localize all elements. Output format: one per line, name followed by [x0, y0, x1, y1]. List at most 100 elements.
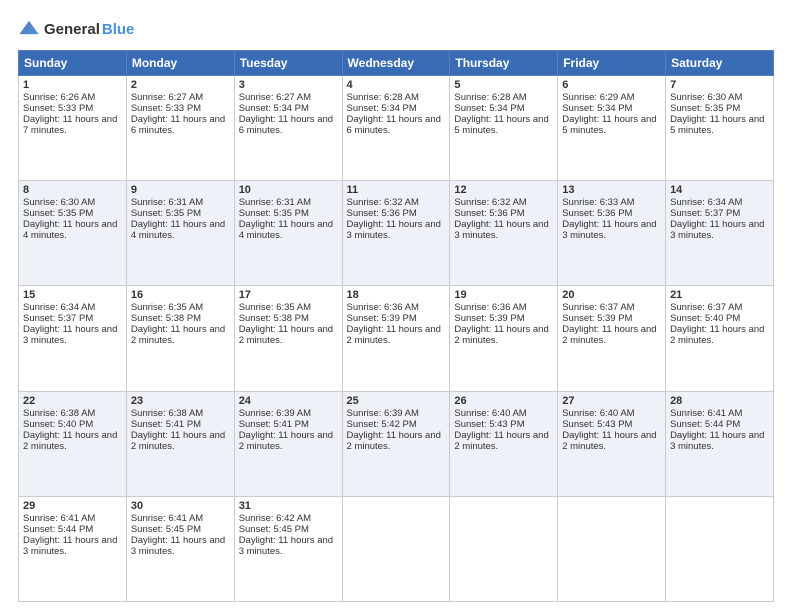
day-number: 1 [23, 79, 122, 91]
sunset-label: Sunset: 5:40 PM [670, 313, 740, 324]
sunset-label: Sunset: 5:34 PM [347, 103, 417, 114]
daylight-label: Daylight: 11 hours and 2 minutes. [347, 430, 441, 452]
calendar-table: SundayMondayTuesdayWednesdayThursdayFrid… [18, 50, 774, 602]
sunrise-label: Sunrise: 6:39 AM [239, 408, 311, 419]
daylight-label: Daylight: 11 hours and 3 minutes. [670, 219, 764, 241]
calendar-cell [342, 496, 450, 601]
day-number: 17 [239, 289, 338, 301]
calendar-cell: 23Sunrise: 6:38 AMSunset: 5:41 PMDayligh… [126, 391, 234, 496]
calendar-body: 1Sunrise: 6:26 AMSunset: 5:33 PMDaylight… [19, 76, 774, 602]
logo-blue: Blue [102, 21, 135, 38]
sunset-label: Sunset: 5:45 PM [131, 524, 201, 535]
sunset-label: Sunset: 5:34 PM [454, 103, 524, 114]
daylight-label: Daylight: 11 hours and 5 minutes. [454, 114, 548, 136]
sunset-label: Sunset: 5:44 PM [23, 524, 93, 535]
daylight-label: Daylight: 11 hours and 3 minutes. [562, 219, 656, 241]
sunset-label: Sunset: 5:38 PM [239, 313, 309, 324]
daylight-label: Daylight: 11 hours and 2 minutes. [23, 430, 117, 452]
calendar-cell: 13Sunrise: 6:33 AMSunset: 5:36 PMDayligh… [558, 181, 666, 286]
daylight-label: Daylight: 11 hours and 3 minutes. [347, 219, 441, 241]
daylight-label: Daylight: 11 hours and 3 minutes. [454, 219, 548, 241]
daylight-label: Daylight: 11 hours and 3 minutes. [23, 324, 117, 346]
daylight-label: Daylight: 11 hours and 3 minutes. [131, 535, 225, 557]
header-cell-friday: Friday [558, 51, 666, 76]
daylight-label: Daylight: 11 hours and 6 minutes. [347, 114, 441, 136]
day-number: 24 [239, 395, 338, 407]
sunset-label: Sunset: 5:41 PM [131, 419, 201, 430]
sunrise-label: Sunrise: 6:37 AM [562, 302, 634, 313]
day-number: 2 [131, 79, 230, 91]
day-number: 16 [131, 289, 230, 301]
day-number: 26 [454, 395, 553, 407]
calendar-cell [450, 496, 558, 601]
calendar-cell: 26Sunrise: 6:40 AMSunset: 5:43 PMDayligh… [450, 391, 558, 496]
sunrise-label: Sunrise: 6:27 AM [239, 92, 311, 103]
sunrise-label: Sunrise: 6:33 AM [562, 197, 634, 208]
sunset-label: Sunset: 5:40 PM [23, 419, 93, 430]
calendar-cell: 7Sunrise: 6:30 AMSunset: 5:35 PMDaylight… [666, 76, 774, 181]
sunrise-label: Sunrise: 6:34 AM [23, 302, 95, 313]
daylight-label: Daylight: 11 hours and 7 minutes. [23, 114, 117, 136]
day-number: 8 [23, 184, 122, 196]
calendar-cell: 29Sunrise: 6:41 AMSunset: 5:44 PMDayligh… [19, 496, 127, 601]
calendar-cell: 28Sunrise: 6:41 AMSunset: 5:44 PMDayligh… [666, 391, 774, 496]
sunrise-label: Sunrise: 6:29 AM [562, 92, 634, 103]
sunset-label: Sunset: 5:41 PM [239, 419, 309, 430]
sunrise-label: Sunrise: 6:27 AM [131, 92, 203, 103]
daylight-label: Daylight: 11 hours and 2 minutes. [347, 324, 441, 346]
calendar-cell: 24Sunrise: 6:39 AMSunset: 5:41 PMDayligh… [234, 391, 342, 496]
sunrise-label: Sunrise: 6:40 AM [454, 408, 526, 419]
calendar-cell: 14Sunrise: 6:34 AMSunset: 5:37 PMDayligh… [666, 181, 774, 286]
sunrise-label: Sunrise: 6:26 AM [23, 92, 95, 103]
day-number: 10 [239, 184, 338, 196]
sunset-label: Sunset: 5:44 PM [670, 419, 740, 430]
day-number: 18 [347, 289, 446, 301]
day-number: 9 [131, 184, 230, 196]
day-number: 25 [347, 395, 446, 407]
day-number: 28 [670, 395, 769, 407]
calendar-cell: 8Sunrise: 6:30 AMSunset: 5:35 PMDaylight… [19, 181, 127, 286]
daylight-label: Daylight: 11 hours and 2 minutes. [239, 430, 333, 452]
calendar-cell: 1Sunrise: 6:26 AMSunset: 5:33 PMDaylight… [19, 76, 127, 181]
sunset-label: Sunset: 5:35 PM [23, 208, 93, 219]
day-number: 3 [239, 79, 338, 91]
header-cell-tuesday: Tuesday [234, 51, 342, 76]
sunrise-label: Sunrise: 6:40 AM [562, 408, 634, 419]
header-row: SundayMondayTuesdayWednesdayThursdayFrid… [19, 51, 774, 76]
daylight-label: Daylight: 11 hours and 2 minutes. [239, 324, 333, 346]
daylight-label: Daylight: 11 hours and 3 minutes. [23, 535, 117, 557]
logo-general: General [44, 21, 100, 38]
sunset-label: Sunset: 5:36 PM [347, 208, 417, 219]
calendar-cell: 18Sunrise: 6:36 AMSunset: 5:39 PMDayligh… [342, 286, 450, 391]
sunrise-label: Sunrise: 6:39 AM [347, 408, 419, 419]
daylight-label: Daylight: 11 hours and 2 minutes. [454, 324, 548, 346]
daylight-label: Daylight: 11 hours and 5 minutes. [670, 114, 764, 136]
calendar-cell: 3Sunrise: 6:27 AMSunset: 5:34 PMDaylight… [234, 76, 342, 181]
header-cell-thursday: Thursday [450, 51, 558, 76]
header: General Blue [18, 18, 774, 40]
sunrise-label: Sunrise: 6:32 AM [454, 197, 526, 208]
calendar-cell: 30Sunrise: 6:41 AMSunset: 5:45 PMDayligh… [126, 496, 234, 601]
sunrise-label: Sunrise: 6:35 AM [131, 302, 203, 313]
day-number: 27 [562, 395, 661, 407]
sunrise-label: Sunrise: 6:30 AM [23, 197, 95, 208]
calendar-cell: 20Sunrise: 6:37 AMSunset: 5:39 PMDayligh… [558, 286, 666, 391]
calendar-cell [666, 496, 774, 601]
sunrise-label: Sunrise: 6:36 AM [454, 302, 526, 313]
sunset-label: Sunset: 5:34 PM [562, 103, 632, 114]
sunrise-label: Sunrise: 6:36 AM [347, 302, 419, 313]
sunrise-label: Sunrise: 6:41 AM [23, 513, 95, 524]
calendar-cell: 19Sunrise: 6:36 AMSunset: 5:39 PMDayligh… [450, 286, 558, 391]
day-number: 11 [347, 184, 446, 196]
daylight-label: Daylight: 11 hours and 3 minutes. [670, 430, 764, 452]
sunset-label: Sunset: 5:39 PM [347, 313, 417, 324]
calendar-cell: 5Sunrise: 6:28 AMSunset: 5:34 PMDaylight… [450, 76, 558, 181]
sunset-label: Sunset: 5:33 PM [23, 103, 93, 114]
daylight-label: Daylight: 11 hours and 6 minutes. [239, 114, 333, 136]
day-number: 4 [347, 79, 446, 91]
logo: General Blue [18, 18, 134, 40]
day-number: 13 [562, 184, 661, 196]
sunrise-label: Sunrise: 6:31 AM [131, 197, 203, 208]
sunrise-label: Sunrise: 6:38 AM [23, 408, 95, 419]
header-cell-monday: Monday [126, 51, 234, 76]
